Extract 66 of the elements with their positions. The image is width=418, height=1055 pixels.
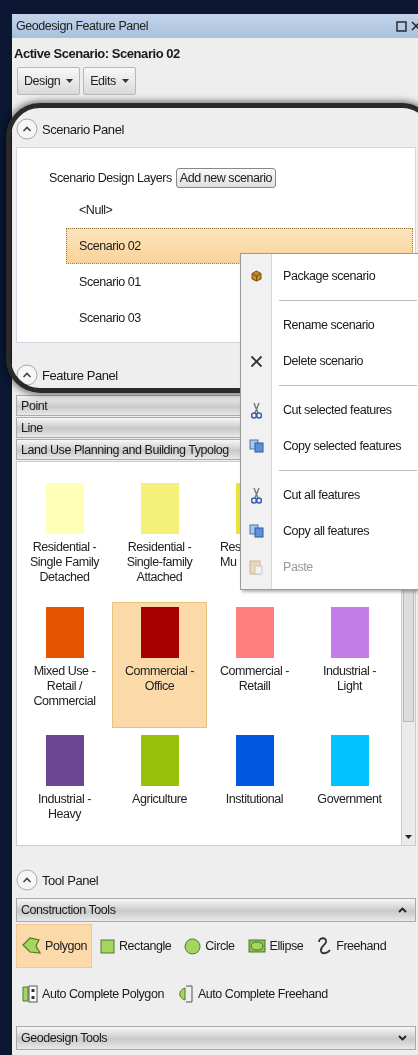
- close-icon[interactable]: [411, 21, 418, 31]
- active-scenario: Active Scenario: Scenario 02: [13, 45, 181, 63]
- tool-button[interactable]: Circle: [179, 924, 240, 968]
- scissors-icon: [250, 401, 262, 419]
- auto-freehand-icon: [176, 985, 194, 1003]
- copy-icon: [248, 439, 264, 453]
- tile-label: Commercial - Office: [125, 664, 194, 694]
- tile-label: Institutional: [225, 792, 284, 807]
- feature-tile[interactable]: Industrial - Heavy: [17, 730, 112, 856]
- feature-tile[interactable]: Industrial - Light: [302, 602, 397, 728]
- menu-item[interactable]: Copy all features: [241, 513, 418, 549]
- add-scenario-button[interactable]: Add new scenario: [175, 168, 276, 188]
- feature-tile[interactable]: Commercial - Retaill: [207, 602, 302, 728]
- tool-button[interactable]: Rectangle: [95, 924, 177, 968]
- section-title: Tool Panel: [42, 872, 99, 888]
- delete-icon: [249, 354, 263, 368]
- circle-icon: [184, 937, 202, 955]
- scenario-item[interactable]: <Null>: [66, 192, 415, 228]
- tool-button[interactable]: Auto Complete Polygon: [16, 972, 169, 1016]
- paste-icon: [249, 559, 263, 575]
- menu-item[interactable]: Rename scenario: [241, 307, 418, 343]
- polygon-icon: [21, 937, 41, 955]
- tool-group-header[interactable]: Geodesign Tools: [16, 1026, 416, 1050]
- caret-icon: [121, 79, 129, 83]
- scissors-icon: [250, 486, 262, 504]
- tile-label: Residential - Single-family Attached: [126, 540, 193, 585]
- freehand-icon: [316, 936, 333, 956]
- caret-icon: [66, 79, 74, 83]
- tile-label: Mixed Use - Retail / Commercial: [33, 664, 96, 709]
- feature-tile[interactable]: Institutional: [207, 730, 302, 856]
- collapse-icon[interactable]: [16, 869, 38, 891]
- tile-label: Residential - Single Family Detached: [29, 540, 100, 585]
- tool-button[interactable]: Polygon: [16, 924, 93, 968]
- feature-tile[interactable]: Agriculture: [112, 730, 207, 856]
- copy-icon: [248, 524, 264, 538]
- window-title: Geodesign Feature Panel: [16, 19, 150, 33]
- menu-item[interactable]: Cut all features: [241, 477, 418, 513]
- tile-label: Res Mu: [220, 540, 241, 570]
- tool-button[interactable]: Freehand: [311, 924, 392, 968]
- feature-tile[interactable]: Commercial - Office: [112, 602, 207, 728]
- tool-button[interactable]: Auto Complete Freehand: [171, 972, 333, 1016]
- tile-label: Industrial - Heavy: [38, 792, 91, 822]
- scroll-down-icon[interactable]: [405, 835, 412, 839]
- menu-item[interactable]: Delete scenario: [241, 343, 418, 379]
- tile-label: Government: [317, 792, 382, 807]
- tile-label: Industrial - Light: [323, 664, 376, 694]
- feature-tile[interactable]: Mixed Use - Retail / Commercial: [17, 602, 112, 728]
- maximize-icon[interactable]: [396, 20, 407, 32]
- feature-tile[interactable]: Residential - Single Family Detached: [17, 478, 112, 604]
- tile-label: Agriculture: [132, 792, 187, 807]
- dropdown-button[interactable]: Design: [17, 67, 81, 95]
- auto-polygon-icon: [21, 985, 38, 1003]
- section-title: Feature Panel: [42, 367, 118, 383]
- package-icon: [250, 270, 262, 282]
- dropdown-button[interactable]: Edits: [83, 67, 136, 95]
- ellipse-icon: [247, 939, 266, 953]
- collapse-icon[interactable]: [16, 364, 38, 386]
- layers-label: Scenario Design Layers: [49, 171, 172, 185]
- collapse-icon[interactable]: [16, 118, 38, 140]
- feature-tile[interactable]: Government: [302, 730, 397, 856]
- tool-group-header[interactable]: Construction Tools: [16, 898, 416, 922]
- feature-tile[interactable]: Residential - Single-family Attached: [112, 478, 207, 604]
- tile-label: Commercial - Retaill: [220, 664, 289, 694]
- tool-button[interactable]: Ellipse: [242, 924, 309, 968]
- section-title: Scenario Panel: [42, 121, 124, 137]
- rectangle-icon: [100, 938, 116, 954]
